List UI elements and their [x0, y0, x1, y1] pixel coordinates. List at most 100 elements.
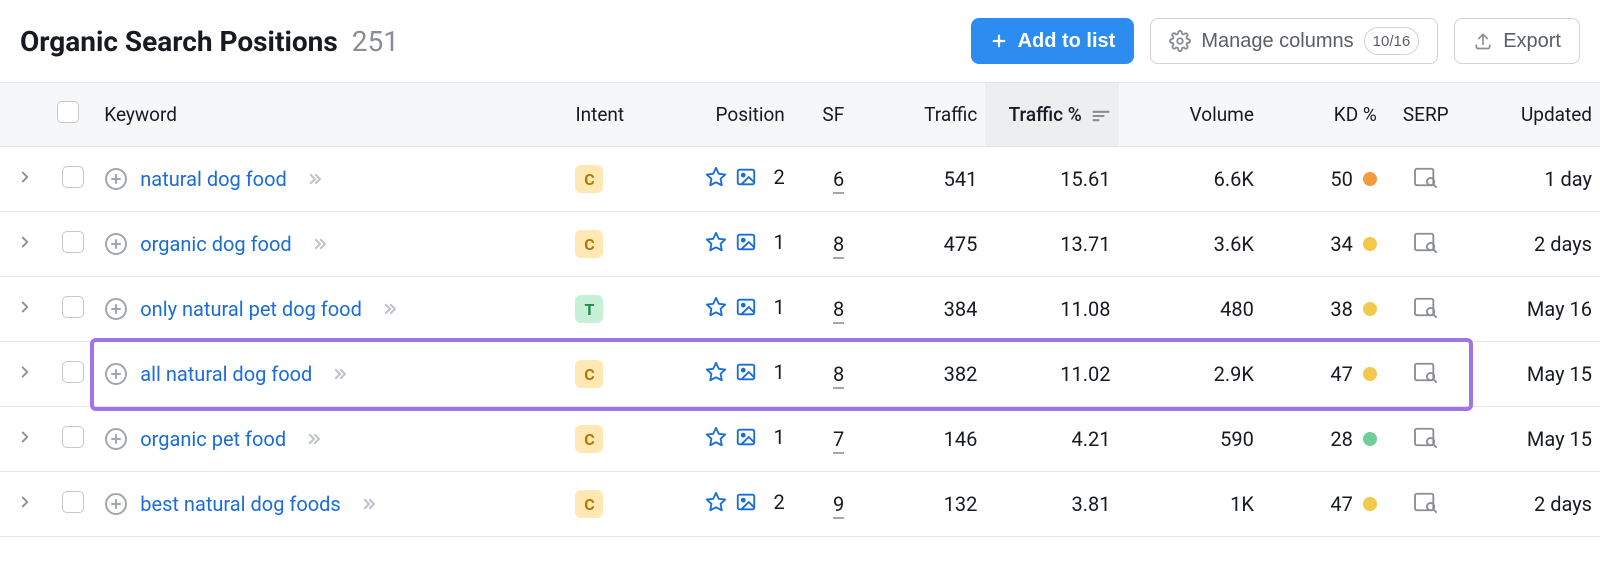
col-traffic[interactable]: Traffic — [852, 83, 985, 147]
kd-value: 47 — [1330, 362, 1352, 386]
table-row: organic pet food C 1 7 146 4.21 590 28 — [0, 407, 1600, 472]
gear-icon — [1169, 30, 1191, 52]
updated-value: 1 day — [1467, 147, 1600, 212]
kd-difficulty-dot — [1363, 432, 1377, 446]
intent-badge: C — [575, 490, 603, 518]
expand-row-icon[interactable] — [16, 493, 34, 511]
serp-snapshot-icon[interactable] — [1413, 166, 1439, 188]
intent-badge: C — [575, 230, 603, 258]
sf-value: 6 — [833, 167, 844, 194]
keyword-link[interactable]: organic dog food — [140, 232, 291, 256]
keyword-link[interactable]: only natural pet dog food — [140, 297, 362, 321]
row-checkbox[interactable] — [62, 426, 84, 448]
columns-count-badge: 10/16 — [1364, 27, 1420, 55]
intent-badge: C — [575, 165, 603, 193]
expand-row-icon[interactable] — [16, 298, 34, 316]
add-keyword-icon[interactable] — [104, 492, 128, 516]
traffic-value: 132 — [852, 472, 985, 537]
row-checkbox[interactable] — [62, 166, 84, 188]
add-keyword-icon[interactable] — [104, 427, 128, 451]
add-keyword-icon[interactable] — [104, 167, 128, 191]
col-updated[interactable]: Updated — [1467, 83, 1600, 147]
sf-value: 9 — [833, 492, 844, 519]
col-intent[interactable]: Intent — [567, 83, 659, 147]
traffic-pct-value: 11.08 — [985, 277, 1118, 342]
table-row: natural dog food C 2 6 541 15.61 6.6K 50 — [0, 147, 1600, 212]
col-sf[interactable]: SF — [793, 83, 852, 147]
star-icon — [705, 296, 727, 318]
expand-row-icon[interactable] — [16, 428, 34, 446]
export-button[interactable]: Export — [1454, 18, 1580, 64]
open-keyword-icon[interactable] — [304, 429, 324, 449]
image-icon — [735, 491, 757, 513]
traffic-pct-value: 13.71 — [985, 212, 1118, 277]
intent-badge: T — [575, 295, 603, 323]
intent-badge: C — [575, 425, 603, 453]
image-icon — [735, 166, 757, 188]
traffic-value: 146 — [852, 407, 985, 472]
intent-badge: C — [575, 360, 603, 388]
star-icon — [705, 491, 727, 513]
col-kd[interactable]: KD % — [1262, 83, 1385, 147]
add-keyword-icon[interactable] — [104, 297, 128, 321]
col-serp[interactable]: SERP — [1385, 83, 1467, 147]
kd-difficulty-dot — [1363, 237, 1377, 251]
kd-difficulty-dot — [1363, 172, 1377, 186]
keyword-link[interactable]: all natural dog food — [140, 362, 312, 386]
serp-snapshot-icon[interactable] — [1413, 361, 1439, 383]
kd-value: 34 — [1330, 232, 1352, 256]
kd-difficulty-dot — [1363, 367, 1377, 381]
add-to-list-label: Add to list — [1018, 30, 1116, 53]
keyword-link[interactable]: best natural dog foods — [140, 492, 341, 516]
image-icon — [735, 231, 757, 253]
manage-columns-button[interactable]: Manage columns 10/16 — [1150, 18, 1438, 64]
traffic-pct-value: 15.61 — [985, 147, 1118, 212]
col-traffic-pct[interactable]: Traffic % — [985, 83, 1118, 147]
open-keyword-icon[interactable] — [380, 299, 400, 319]
kd-value: 28 — [1330, 427, 1352, 451]
add-to-list-button[interactable]: Add to list — [971, 18, 1135, 64]
add-keyword-icon[interactable] — [104, 362, 128, 386]
image-icon — [735, 361, 757, 383]
open-keyword-icon[interactable] — [305, 169, 325, 189]
image-icon — [735, 296, 757, 318]
position-value: 1 — [765, 295, 785, 319]
updated-value: May 15 — [1467, 407, 1600, 472]
serp-snapshot-icon[interactable] — [1413, 426, 1439, 448]
add-keyword-icon[interactable] — [104, 232, 128, 256]
page-title: Organic Search Positions — [20, 25, 338, 58]
kd-value: 38 — [1330, 297, 1352, 321]
keyword-link[interactable]: organic pet food — [140, 427, 286, 451]
expand-row-icon[interactable] — [16, 233, 34, 251]
keyword-link[interactable]: natural dog food — [140, 167, 287, 191]
col-select-all[interactable] — [49, 83, 96, 147]
star-icon — [705, 166, 727, 188]
col-position[interactable]: Position — [660, 83, 793, 147]
open-keyword-icon[interactable] — [330, 364, 350, 384]
serp-snapshot-icon[interactable] — [1413, 491, 1439, 513]
col-keyword[interactable]: Keyword — [96, 83, 567, 147]
row-checkbox[interactable] — [62, 296, 84, 318]
checkbox[interactable] — [57, 101, 79, 123]
position-value: 1 — [765, 360, 785, 384]
export-label: Export — [1503, 30, 1561, 53]
star-icon — [705, 426, 727, 448]
col-volume[interactable]: Volume — [1119, 83, 1262, 147]
table-row: all natural dog food C 1 8 382 11.02 2.9… — [0, 342, 1600, 407]
open-keyword-icon[interactable] — [310, 234, 330, 254]
updated-value: 2 days — [1467, 472, 1600, 537]
expand-row-icon[interactable] — [16, 168, 34, 186]
serp-snapshot-icon[interactable] — [1413, 231, 1439, 253]
serp-snapshot-icon[interactable] — [1413, 296, 1439, 318]
row-checkbox[interactable] — [62, 491, 84, 513]
position-value: 2 — [765, 165, 785, 189]
row-checkbox[interactable] — [62, 361, 84, 383]
sf-value: 8 — [833, 297, 844, 324]
table-row: organic dog food C 1 8 475 13.71 3.6K 34 — [0, 212, 1600, 277]
row-checkbox[interactable] — [62, 231, 84, 253]
kd-value: 47 — [1330, 492, 1352, 516]
traffic-pct-value: 3.81 — [985, 472, 1118, 537]
expand-row-icon[interactable] — [16, 363, 34, 381]
open-keyword-icon[interactable] — [359, 494, 379, 514]
results-table: Keyword Intent Position SF Traffic Traff… — [0, 82, 1600, 537]
